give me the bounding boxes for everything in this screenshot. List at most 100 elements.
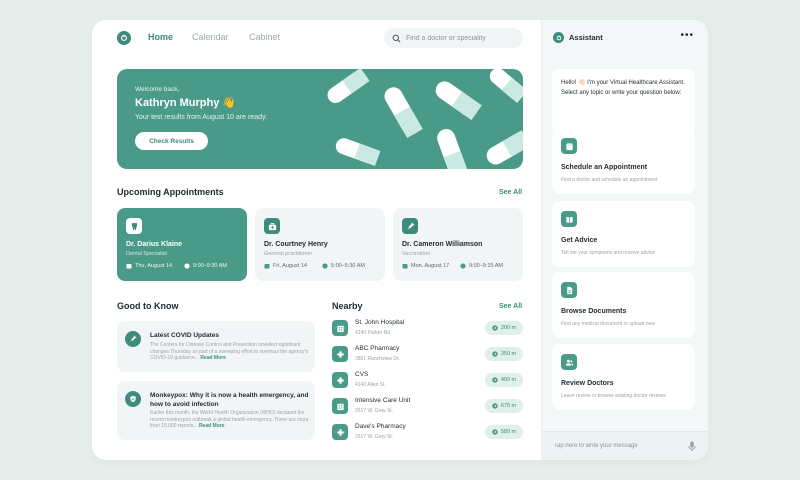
search-input[interactable]: [406, 34, 516, 42]
distance-badge[interactable]: 350 m: [485, 347, 523, 361]
distance-text: 580 m: [500, 429, 517, 435]
assistant-logo-icon: [553, 32, 564, 43]
document-icon: [561, 282, 577, 298]
appointment-card[interactable]: Dr. Courtney Henry General practitioner …: [255, 208, 385, 281]
search-icon: [392, 34, 401, 42]
appointment-time: 5:00–5:30 AM: [322, 263, 365, 269]
app-logo-icon[interactable]: [117, 31, 131, 45]
nearby-item[interactable]: Dave's Pharmacy 2517 W. Gray St. 580 m: [332, 422, 523, 444]
distance-text: 350 m: [500, 351, 517, 357]
news-card[interactable]: Latest COVID Updates The Centers for Dis…: [117, 321, 315, 372]
appointment-date: Mon, August 17: [402, 263, 449, 269]
syringe-icon: [402, 218, 418, 234]
option-title: Get Advice: [561, 237, 598, 244]
test-results-message: Your test results from August 10 are rea…: [135, 114, 267, 121]
pharmacy-cross-icon: [332, 346, 348, 362]
nearby-item[interactable]: St. John Hospital 4140 Parker Rd. 200 m: [332, 318, 523, 340]
news-body-text: Earlier this month, the World Health Org…: [150, 410, 309, 430]
distance-badge[interactable]: 200 m: [485, 321, 523, 335]
browse-documents-option[interactable]: Browse Documents Find any medical docume…: [552, 272, 695, 338]
nearby-name: ABC Pharmacy: [355, 345, 400, 352]
users-icon: [561, 354, 577, 370]
navigation-icon: [492, 325, 498, 331]
get-advice-option[interactable]: Get Advice Tell me your symptoms and rec…: [552, 201, 695, 267]
news-title: Monkeypox: Why it is now a health emerge…: [150, 392, 309, 408]
pharmacy-cross-icon: [332, 372, 348, 388]
appointment-date: Fri, August 14: [264, 263, 307, 269]
doctor-specialty: General practitioner: [264, 251, 313, 257]
navigation-icon: [492, 377, 498, 383]
check-results-button[interactable]: Check Results: [135, 132, 208, 150]
clock-icon: [460, 263, 466, 269]
nearby-item[interactable]: Intensive Care Unit 2517 W. Gray St. 675…: [332, 396, 523, 418]
calendar-icon: [561, 138, 577, 154]
appointment-time-text: 9:00–9:15 AM: [469, 263, 503, 269]
nearby-address: 2517 W. Gray St.: [355, 408, 394, 414]
schedule-appointment-option[interactable]: Schedule an Appointment Find a doctor an…: [552, 128, 695, 194]
nearby-name: Intensive Care Unit: [355, 397, 411, 404]
option-description: Find any medical document or upload new: [561, 321, 655, 327]
news-title: Latest COVID Updates: [150, 332, 219, 339]
tooth-icon: [126, 218, 142, 234]
appointment-date: Thu, August 14: [126, 263, 172, 269]
option-title: Review Doctors: [561, 380, 614, 387]
microphone-icon[interactable]: [687, 441, 697, 452]
message-bar: [542, 431, 708, 460]
good-to-know-title: Good to Know: [117, 301, 179, 311]
nearby-item[interactable]: CVS 4140 Allen St. 400 m: [332, 370, 523, 392]
hospital-icon: [332, 320, 348, 336]
nav-home[interactable]: Home: [148, 32, 173, 42]
nearby-address: 3891 Ranchview Dr.: [355, 356, 400, 362]
assistant-title: Assistant: [569, 33, 603, 42]
option-description: Leave review or browse existing doctor r…: [561, 393, 666, 399]
nearby-name: CVS: [355, 371, 369, 378]
clock-icon: [184, 263, 190, 269]
option-title: Browse Documents: [561, 308, 627, 315]
appointment-card[interactable]: Dr. Cameron Williamson Vaccination Mon, …: [393, 208, 523, 281]
nav-cabinet[interactable]: Cabinet: [249, 32, 280, 42]
appointment-time: 9:00–9:15 AM: [460, 263, 503, 269]
distance-badge[interactable]: 400 m: [485, 373, 523, 387]
doctor-name: Dr. Darius Klaine: [126, 241, 183, 248]
doctor-name: Dr. Courtney Henry: [264, 241, 328, 248]
distance-badge[interactable]: 580 m: [485, 425, 523, 439]
message-input[interactable]: [554, 443, 679, 449]
calendar-icon: [126, 264, 132, 269]
option-description: Tell me your symptoms and receive advice: [561, 250, 656, 256]
navigation-icon: [492, 403, 498, 409]
nearby-name: Dave's Pharmacy: [355, 423, 406, 430]
nearby-title: Nearby: [332, 301, 363, 311]
welcome-text: Welcome back,: [135, 86, 180, 93]
appointment-date-text: Thu, August 14: [135, 263, 172, 269]
book-icon: [561, 211, 577, 227]
review-doctors-option[interactable]: Review Doctors Leave review or browse ex…: [552, 344, 695, 410]
news-body: Earlier this month, the World Health Org…: [150, 410, 310, 430]
read-more-link[interactable]: Read More: [199, 423, 225, 429]
appointments-title: Upcoming Appointments: [117, 187, 224, 197]
read-more-link[interactable]: Read More: [200, 355, 226, 361]
news-card[interactable]: Monkeypox: Why it is now a health emerge…: [117, 381, 315, 440]
clock-icon: [322, 263, 328, 269]
doctor-name: Dr. Cameron Williamson: [402, 241, 483, 248]
distance-badge[interactable]: 675 m: [485, 399, 523, 413]
nearby-name: St. John Hospital: [355, 319, 405, 326]
news-body: The Centers for Disease Control and Prev…: [150, 342, 310, 362]
calendar-icon: [264, 264, 270, 269]
news-body-text: The Centers for Disease Control and Prev…: [150, 342, 309, 362]
appointment-date-text: Fri, August 14: [273, 263, 307, 269]
pharmacy-cross-icon: [332, 424, 348, 440]
more-options-icon[interactable]: •••: [680, 31, 694, 41]
assistant-greeting: Hello! 👋🏻 I'm your Virtual Healthcare As…: [552, 69, 695, 135]
appointment-card[interactable]: Dr. Darius Klaine Dental Specialist Thu,…: [117, 208, 247, 281]
main-panel: Home Calendar Cabinet Welcome back, Kath…: [92, 20, 541, 460]
nearby-see-all-link[interactable]: See All: [499, 303, 522, 310]
doctor-specialty: Dental Specialist: [126, 251, 167, 257]
search-bar[interactable]: [384, 28, 523, 48]
pills-illustration: [327, 69, 523, 169]
appointments-see-all-link[interactable]: See All: [499, 189, 522, 196]
nearby-item[interactable]: ABC Pharmacy 3891 Ranchview Dr. 350 m: [332, 344, 523, 366]
appointment-date-text: Mon, August 17: [411, 263, 450, 269]
distance-text: 400 m: [500, 377, 517, 383]
appointment-time-text: 9:00–9:30 AM: [193, 263, 227, 269]
nav-calendar[interactable]: Calendar: [192, 32, 229, 42]
